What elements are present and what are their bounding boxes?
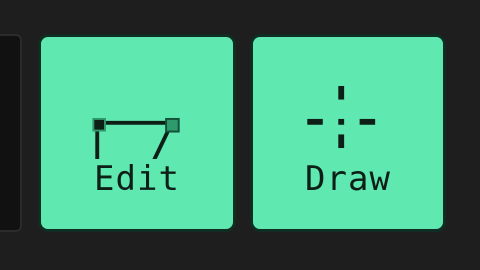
edit-tool-button[interactable]: Edit — [38, 34, 236, 232]
edit-button-label: Edit — [94, 159, 180, 199]
tool-panel: Edit Draw — [0, 0, 480, 270]
previous-tool-button[interactable] — [0, 34, 22, 232]
crosshair-icon — [307, 85, 376, 149]
draw-tool-button[interactable]: Draw — [250, 34, 446, 232]
edit-polygon-icon — [92, 117, 180, 159]
draw-button-label: Draw — [305, 159, 391, 199]
